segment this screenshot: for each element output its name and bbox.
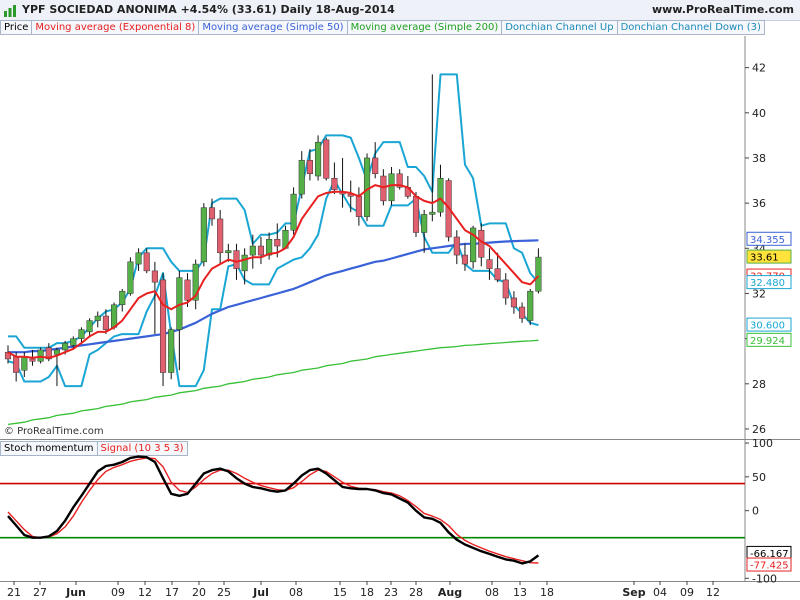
- x-tick-label: Aug: [438, 586, 462, 599]
- candle-down: [486, 259, 493, 269]
- candle-up: [37, 349, 44, 362]
- candle-down: [151, 270, 158, 283]
- donchian-up-line: [8, 73, 540, 349]
- donchian-down-line: [7, 179, 539, 388]
- candle-up: [62, 342, 69, 351]
- x-tick-label: 15: [333, 586, 347, 599]
- candle-down: [217, 218, 224, 254]
- candle-up: [241, 254, 248, 272]
- x-tick-label: Sep: [622, 586, 645, 599]
- candle-up: [111, 304, 118, 328]
- candle-down: [461, 254, 469, 265]
- candle-up: [363, 157, 371, 217]
- candle-up: [315, 141, 322, 177]
- candle-down: [380, 175, 387, 202]
- candle-up: [21, 356, 28, 371]
- candle-up: [127, 261, 134, 294]
- osc-y-tick-label: -100: [752, 572, 777, 585]
- x-tick-label: 23: [384, 586, 398, 599]
- x-tick-label: 20: [192, 586, 206, 599]
- x-tick-label: 08: [289, 586, 303, 599]
- candle-down: [208, 207, 216, 220]
- osc-y-tick-label: 100: [752, 437, 773, 450]
- value-label-donchian: 32.480: [750, 278, 785, 289]
- x-tick-label: Jun: [65, 586, 86, 599]
- price-y-tick-label: 32: [752, 287, 766, 300]
- candle-down: [502, 279, 509, 299]
- candle-up: [535, 256, 542, 292]
- x-tick-label: 12: [706, 586, 720, 599]
- price-y-tick-label: 40: [752, 107, 766, 120]
- candle-down: [29, 358, 36, 362]
- candle-up: [249, 245, 256, 256]
- x-tick-label: 09: [111, 586, 125, 599]
- candle-down: [355, 196, 362, 217]
- candle-up: [421, 214, 428, 233]
- candle-up: [225, 250, 232, 254]
- x-tick-label: 13: [513, 586, 527, 599]
- candle-down: [159, 279, 167, 373]
- x-tick-label: Jul: [252, 586, 269, 599]
- candle-up: [298, 159, 305, 195]
- candle-up: [168, 329, 175, 373]
- candle-up: [86, 320, 93, 333]
- candle-up: [135, 252, 142, 265]
- candle-down: [257, 245, 265, 256]
- price-y-tick-label: 26: [752, 423, 766, 436]
- candle-down: [143, 252, 150, 272]
- candle-down: [331, 178, 338, 190]
- candle-up: [78, 329, 85, 339]
- candle-down: [102, 315, 109, 330]
- candle-up: [70, 338, 77, 346]
- candle-down: [519, 306, 526, 319]
- candle-down: [274, 239, 281, 247]
- price-y-tick-label: 36: [752, 197, 766, 210]
- value-label-signal: -77.425: [750, 561, 789, 572]
- sma200-line: [7, 339, 539, 426]
- price-y-tick-label: 42: [752, 62, 766, 75]
- chart-canvas[interactable]: 262830323436384042100500-1002127Jun09121…: [0, 0, 800, 600]
- x-tick-label: 08: [485, 586, 499, 599]
- candle-up: [437, 178, 444, 213]
- x-tick-label: 21: [7, 586, 21, 599]
- stoch-momentum-line: [7, 455, 540, 565]
- value-label-sma200: 29.924: [750, 336, 785, 347]
- candle-up: [527, 290, 534, 321]
- candle-down: [453, 236, 460, 256]
- x-tick-label: 09: [680, 586, 694, 599]
- x-tick-label: 28: [409, 586, 423, 599]
- value-label-sma50: 34.355: [750, 235, 785, 246]
- candle-down: [323, 139, 330, 179]
- candle-down: [494, 268, 501, 281]
- value-label-price: 33.61: [750, 253, 779, 264]
- sma50-line: [8, 239, 539, 354]
- candle-up: [429, 211, 436, 215]
- candle-down: [233, 250, 240, 269]
- x-tick-label: 18: [540, 586, 554, 599]
- price-y-tick-label: 28: [752, 378, 766, 391]
- candle-down: [478, 229, 485, 258]
- candle-down: [184, 279, 191, 301]
- x-tick-label: 25: [217, 586, 231, 599]
- x-tick-label: 18: [360, 586, 374, 599]
- x-tick-label: 17: [165, 586, 179, 599]
- x-tick-label: 04: [653, 586, 667, 599]
- candle-down: [412, 196, 420, 233]
- candle-down: [510, 297, 517, 308]
- osc-y-tick-label: 50: [752, 471, 766, 484]
- signal-line: [7, 457, 539, 564]
- candle-down: [13, 356, 20, 373]
- candle-up: [119, 290, 126, 306]
- osc-y-tick-label: 0: [752, 505, 759, 518]
- candle-up: [200, 207, 207, 263]
- price-y-tick-label: 38: [752, 152, 766, 165]
- candle-up: [94, 315, 101, 321]
- candle-up: [388, 173, 395, 202]
- candle-down: [306, 159, 313, 175]
- x-tick-label: 12: [138, 586, 152, 599]
- x-tick-label: 27: [33, 586, 47, 599]
- candle-down: [372, 157, 379, 175]
- value-label-donchian: 30.600: [750, 321, 785, 332]
- candle-up: [290, 193, 297, 231]
